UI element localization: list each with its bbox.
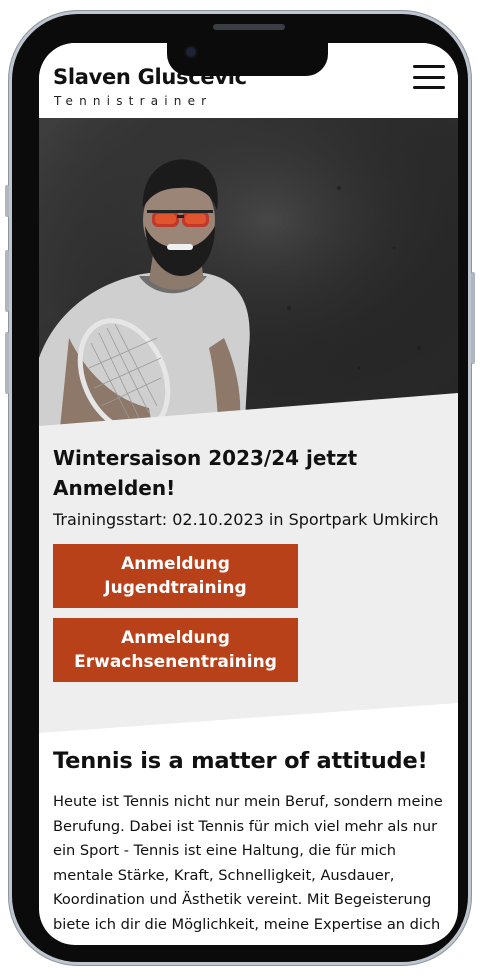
about-title: Tennis is a matter of attitude! <box>53 748 428 774</box>
screen: Slaven Gluscevic Tennistrainer Wintersai… <box>39 43 458 945</box>
hero-image <box>39 108 458 428</box>
front-camera <box>186 47 196 57</box>
about-text: Heute ist Tennis nicht nur mein Beruf, s… <box>53 793 443 933</box>
menu-bar-middle <box>413 75 445 79</box>
promo-subtitle: Trainingsstart: 02.10.2023 in Sportpark … <box>53 510 439 529</box>
adult-registration-label: Anmeldung Erwachsenentraining <box>74 628 277 672</box>
volume-up-button <box>5 250 9 312</box>
menu-bar-top <box>413 65 445 68</box>
phone-frame: Slaven Gluscevic Tennistrainer Wintersai… <box>5 10 475 966</box>
power-button <box>471 272 475 364</box>
youth-registration-button[interactable]: Anmeldung Jugendtraining <box>53 544 298 608</box>
adult-registration-button[interactable]: Anmeldung Erwachsenentraining <box>53 618 298 682</box>
mute-switch <box>5 185 9 217</box>
hero-photo <box>39 108 458 428</box>
promo-title: Wintersaison 2023/24 jetzt Anmelden! <box>53 446 358 500</box>
menu-bar-bottom <box>413 86 445 89</box>
earpiece <box>213 24 285 30</box>
promo-section: Wintersaison 2023/24 jetzt Anmelden! Tra… <box>39 388 458 738</box>
notch <box>167 32 328 76</box>
hamburger-menu-icon[interactable] <box>413 65 445 91</box>
brand-tagline: Tennistrainer <box>54 94 213 108</box>
volume-down-button <box>5 332 9 394</box>
youth-registration-label: Anmeldung Jugendtraining <box>104 554 247 598</box>
